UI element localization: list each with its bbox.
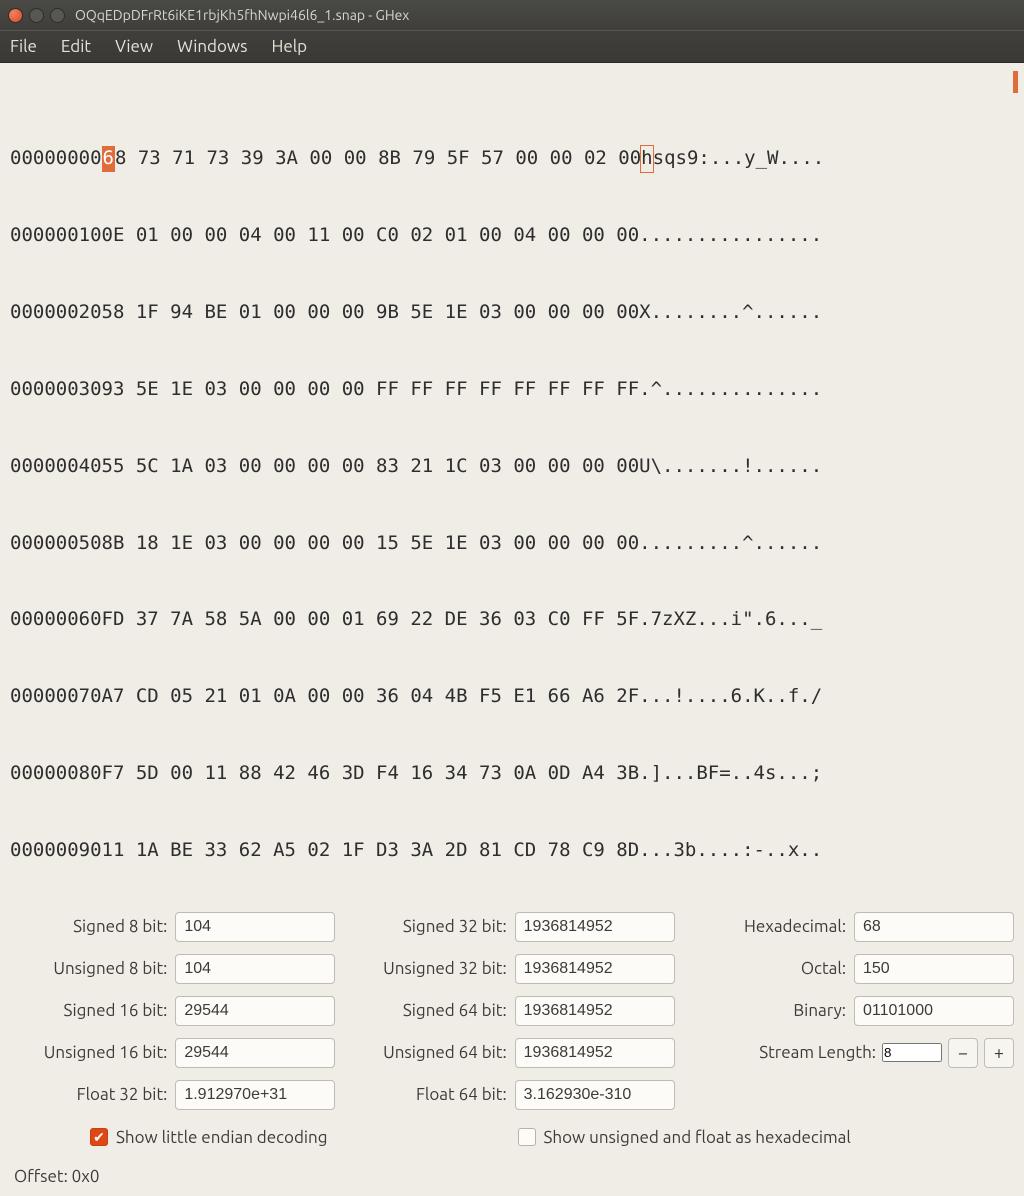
stream-length-field: Stream Length: − + xyxy=(689,1038,1014,1068)
hex-bytes[interactable]: 8 73 71 73 39 3A 00 00 8B 79 5F 57 00 00… xyxy=(115,146,641,172)
check-icon xyxy=(518,1128,536,1146)
hex-row: 0000002058 1F 94 BE 01 00 00 00 9B 5E 1E… xyxy=(10,300,1014,326)
ascii: .........^...... xyxy=(639,531,822,557)
cursor-ascii[interactable]: h xyxy=(640,145,653,173)
unsigned-8-input[interactable] xyxy=(175,954,335,984)
hex-row: 0000003093 5E 1E 03 00 00 00 00 FF FF FF… xyxy=(10,377,1014,403)
hex-field: Hexadecimal: xyxy=(689,912,1014,942)
ascii: sqs9:...y_W.... xyxy=(653,146,825,172)
menu-windows[interactable]: Windows xyxy=(177,37,247,56)
unsigned-64-field: Unsigned 64 bit: xyxy=(349,1038,674,1068)
hex-input[interactable] xyxy=(854,912,1014,942)
ascii: .]...BF=..4s...; xyxy=(639,761,822,787)
binary-field: Binary: xyxy=(689,996,1014,1026)
hex-bytes[interactable]: 0E 01 00 00 04 00 11 00 C0 02 01 00 04 0… xyxy=(102,223,640,249)
hex-bytes[interactable]: A7 CD 05 21 01 0A 00 00 36 04 4B F5 E1 6… xyxy=(102,684,640,710)
float-32-input[interactable] xyxy=(175,1080,335,1110)
unsigned-hex-checkbox[interactable]: Show unsigned and float as hexadecimal xyxy=(518,1128,851,1147)
hex-bytes[interactable]: 58 1F 94 BE 01 00 00 00 9B 5E 1E 03 00 0… xyxy=(102,300,640,326)
signed-16-field: Signed 16 bit: xyxy=(10,996,335,1026)
close-icon[interactable] xyxy=(8,8,23,23)
ascii: .7zXZ...i".6..._ xyxy=(639,607,822,633)
octal-field: Octal: xyxy=(689,954,1014,984)
unsigned-8-field: Unsigned 8 bit: xyxy=(10,954,335,984)
hex-bytes[interactable]: 55 5C 1A 03 00 00 00 00 83 21 1C 03 00 0… xyxy=(102,454,640,480)
signed-16-input[interactable] xyxy=(175,996,335,1026)
octal-input[interactable] xyxy=(854,954,1014,984)
menu-file[interactable]: File xyxy=(10,37,37,56)
value-panel: Signed 8 bit: Signed 32 bit: Hexadecimal… xyxy=(0,894,1024,1153)
hex-bytes[interactable]: 8B 18 1E 03 00 00 00 00 15 5E 1E 03 00 0… xyxy=(102,531,640,557)
unsigned-16-field: Unsigned 16 bit: xyxy=(10,1038,335,1068)
hex-row: 000000508B 18 1E 03 00 00 00 00 15 5E 1E… xyxy=(10,531,1014,557)
offset: 00000000 xyxy=(10,146,102,172)
signed-32-field: Signed 32 bit: xyxy=(349,912,674,942)
offset: 00000080 xyxy=(10,761,102,787)
hex-row: 0000000068 73 71 73 39 3A 00 00 8B 79 5F… xyxy=(10,146,1014,172)
offset: 00000070 xyxy=(10,684,102,710)
ascii: X........^...... xyxy=(639,300,822,326)
hex-editor[interactable]: 0000000068 73 71 73 39 3A 00 00 8B 79 5F… xyxy=(0,63,1024,894)
float-64-input[interactable] xyxy=(515,1080,675,1110)
binary-input[interactable] xyxy=(854,996,1014,1026)
stream-plus-button[interactable]: + xyxy=(984,1038,1014,1068)
hex-row: 000000100E 01 00 00 04 00 11 00 C0 02 01… xyxy=(10,223,1014,249)
maximize-icon[interactable] xyxy=(50,8,65,23)
unsigned-32-input[interactable] xyxy=(515,954,675,984)
signed-64-input[interactable] xyxy=(515,996,675,1026)
ascii: ...3b....:-..x.. xyxy=(639,838,822,864)
offset: 00000090 xyxy=(10,838,102,864)
ascii: .^.............. xyxy=(639,377,822,403)
window-controls xyxy=(8,8,65,23)
ascii: ................ xyxy=(639,223,822,249)
signed-64-field: Signed 64 bit: xyxy=(349,996,674,1026)
ascii: ...!....6.K..f./ xyxy=(639,684,822,710)
window-title: OQqEDpDFrRt6iKE1rbjKh5fhNwpi46l6_1.snap … xyxy=(75,7,409,23)
titlebar: OQqEDpDFrRt6iKE1rbjKh5fhNwpi46l6_1.snap … xyxy=(0,0,1024,30)
float-32-field: Float 32 bit: xyxy=(10,1080,335,1110)
scroll-marker xyxy=(1013,71,1018,93)
offset: 00000020 xyxy=(10,300,102,326)
signed-8-input[interactable] xyxy=(175,912,335,942)
hex-row: 0000004055 5C 1A 03 00 00 00 00 83 21 1C… xyxy=(10,454,1014,480)
signed-32-input[interactable] xyxy=(515,912,675,942)
offset: 00000060 xyxy=(10,607,102,633)
unsigned-16-input[interactable] xyxy=(175,1038,335,1068)
hex-row: 00000080F7 5D 00 11 88 42 46 3D F4 16 34… xyxy=(10,761,1014,787)
signed-8-field: Signed 8 bit: xyxy=(10,912,335,942)
minimize-icon[interactable] xyxy=(29,8,44,23)
check-icon: ✔ xyxy=(90,1128,108,1146)
hex-row: 0000009011 1A BE 33 62 A5 02 1F D3 3A 2D… xyxy=(10,838,1014,864)
cursor-hex[interactable]: 6 xyxy=(102,146,115,172)
menu-edit[interactable]: Edit xyxy=(61,37,91,56)
offset: 00000050 xyxy=(10,531,102,557)
stream-minus-button[interactable]: − xyxy=(948,1038,978,1068)
hex-bytes[interactable]: F7 5D 00 11 88 42 46 3D F4 16 34 73 0A 0… xyxy=(102,761,640,787)
unsigned-64-input[interactable] xyxy=(515,1038,675,1068)
hex-row: 00000060FD 37 7A 58 5A 00 00 01 69 22 DE… xyxy=(10,607,1014,633)
menu-help[interactable]: Help xyxy=(271,37,307,56)
unsigned-32-field: Unsigned 32 bit: xyxy=(349,954,674,984)
offset: 00000030 xyxy=(10,377,102,403)
float-64-field: Float 64 bit: xyxy=(349,1080,674,1110)
hex-bytes[interactable]: FD 37 7A 58 5A 00 00 01 69 22 DE 36 03 C… xyxy=(102,607,640,633)
offset: 00000040 xyxy=(10,454,102,480)
menubar: File Edit View Windows Help xyxy=(0,30,1024,63)
offset-status: Offset: 0x0 xyxy=(14,1167,99,1186)
hex-bytes[interactable]: 11 1A BE 33 62 A5 02 1F D3 3A 2D 81 CD 7… xyxy=(102,838,640,864)
menu-view[interactable]: View xyxy=(115,37,153,56)
little-endian-checkbox[interactable]: ✔ Show little endian decoding xyxy=(90,1128,328,1147)
hex-bytes[interactable]: 93 5E 1E 03 00 00 00 00 FF FF FF FF FF F… xyxy=(102,377,640,403)
stream-length-input[interactable] xyxy=(882,1043,942,1062)
hex-row: 00000070A7 CD 05 21 01 0A 00 00 36 04 4B… xyxy=(10,684,1014,710)
ascii: U\.......!...... xyxy=(639,454,822,480)
status-bar: Offset: 0x0 xyxy=(0,1153,1024,1196)
offset: 00000010 xyxy=(10,223,102,249)
